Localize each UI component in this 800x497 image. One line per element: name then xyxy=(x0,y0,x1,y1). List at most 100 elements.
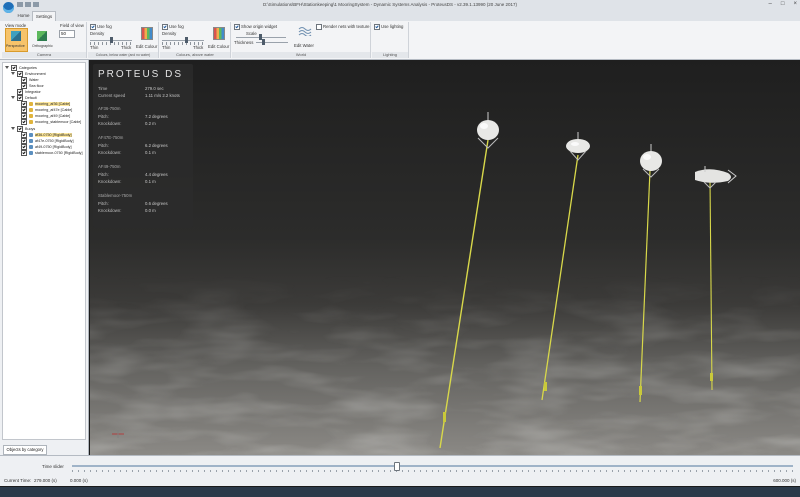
world-caption: World xyxy=(232,52,370,58)
use-lighting-checkbox[interactable] xyxy=(374,24,380,30)
expand-icon[interactable] xyxy=(11,127,15,130)
perspective-button[interactable]: Perspective xyxy=(5,28,28,52)
use-fog-above-checkbox[interactable] xyxy=(162,24,168,30)
buoy-af49[interactable] xyxy=(640,144,662,178)
field-of-view-input[interactable]: 50 xyxy=(59,30,75,38)
maximize-button[interactable]: □ xyxy=(781,1,785,7)
time-slider-track[interactable] xyxy=(72,465,793,467)
time-slider-thumb[interactable] xyxy=(394,462,401,471)
checkbox-icon[interactable] xyxy=(21,149,27,156)
tree-row-default[interactable]: Default xyxy=(11,94,37,101)
origin-axes-icon xyxy=(112,430,124,438)
cable-icon xyxy=(29,101,33,106)
time-slider-ticks xyxy=(72,470,793,472)
edit-colour-above-icon[interactable] xyxy=(213,27,225,40)
buoy-name: AF49-750m xyxy=(98,164,121,169)
mooring-cable-af47e[interactable] xyxy=(541,154,579,401)
edit-colour-label: Edit Colour xyxy=(136,44,158,49)
tree-row-rigid-body[interactable]: af36-0750 [RigidBody] xyxy=(21,131,72,138)
pitch-value: 0.6 degrees xyxy=(145,201,168,206)
field-of-view-label: Field of view xyxy=(60,23,84,28)
tree-row-environment[interactable]: Environment xyxy=(11,70,46,77)
fog-above-density-slider[interactable] xyxy=(162,40,204,41)
expand-icon[interactable] xyxy=(5,66,9,69)
simulation-info-panel: PROTEUS DS Time 279.0 sec Current speed … xyxy=(93,64,193,228)
edit-water-label: Edit Water xyxy=(294,43,314,48)
anchor-icon xyxy=(544,382,547,391)
tree-row-rigid-body[interactable]: af47e-0750 [RigidBody] xyxy=(21,137,74,144)
fog-above-density-thumb[interactable] xyxy=(185,37,188,43)
camera-group: View mode Field of view 50 Perspective O… xyxy=(2,22,87,58)
rigid-body-icon xyxy=(29,150,33,155)
fog-density-thumb[interactable] xyxy=(110,37,113,43)
world-group: Show origin widget Scale Thickness Edit … xyxy=(232,22,371,58)
ribbon-tab-bar: Home Settings xyxy=(0,10,800,22)
edit-colour-above-label: Edit Colour xyxy=(208,44,230,49)
3d-viewport[interactable]: PROTEUS DS Time 279.0 sec Current speed … xyxy=(90,60,800,455)
checkbox-icon[interactable] xyxy=(21,118,27,125)
tree-row-sea-floor[interactable]: Sea floor xyxy=(21,82,44,89)
scale-label: Scale xyxy=(246,31,257,36)
pitch-label: Pitch: xyxy=(98,114,109,119)
show-origin-checkbox[interactable] xyxy=(234,24,240,30)
knockdown-value: 0.0 m xyxy=(145,208,156,213)
thick-above-label: Thick xyxy=(193,45,204,50)
current-speed-label: Current speed xyxy=(98,93,126,98)
expand-icon[interactable] xyxy=(11,96,15,99)
tree-row-integrator[interactable]: Integrator xyxy=(17,88,41,95)
tree-row-water[interactable]: Water xyxy=(21,76,39,83)
thickness-slider[interactable] xyxy=(256,42,288,43)
save-icon[interactable] xyxy=(33,2,39,7)
ribbon: View mode Field of view 50 Perspective O… xyxy=(0,21,800,60)
mooring-cable-af49[interactable] xyxy=(639,169,651,403)
thickness-label: Thickness xyxy=(234,40,254,45)
perspective-cube-icon xyxy=(11,31,21,41)
tree-row-cable[interactable]: mooring_af49 [Cable] xyxy=(21,112,70,119)
current-time-label: Current Time: xyxy=(4,478,32,483)
tree-row-categories[interactable]: Categories xyxy=(5,64,37,71)
use-fog-label: Use fog xyxy=(97,24,112,29)
tab-home[interactable]: Home xyxy=(16,11,31,21)
title-bar: D:\Simulations\BFH\Stationkeeping\1 Moor… xyxy=(0,0,800,10)
quick-access-toolbar xyxy=(17,2,39,7)
close-button[interactable]: × xyxy=(793,1,797,7)
tree-row-cable[interactable]: mooring_af36 [Cable] xyxy=(21,100,71,107)
tab-objects-by-category[interactable]: Objects by category xyxy=(3,445,47,455)
density-label: Density xyxy=(90,31,105,36)
minimize-button[interactable]: – xyxy=(769,1,772,7)
time-label: Time xyxy=(98,86,108,91)
time-value: 279.0 sec xyxy=(145,86,164,91)
buoy-stablemoor[interactable] xyxy=(695,166,737,189)
tree-row-rigid-body[interactable]: af49-0750 [RigidBody] xyxy=(21,143,72,150)
above-water-group: Use fog Density Thin Thick Edit Colour C… xyxy=(160,22,231,58)
orthographic-button[interactable]: Orthographic xyxy=(31,28,54,52)
pitch-value: 6.2 degrees xyxy=(145,143,168,148)
lighting-caption: Lighting xyxy=(372,52,408,58)
app-logo-icon[interactable] xyxy=(3,2,14,13)
knockdown-label: Knockdown: xyxy=(98,208,122,213)
start-time-value: 0.000 (s) xyxy=(70,478,88,483)
use-fog-above-label: Use fog xyxy=(169,24,184,29)
pitch-label: Pitch: xyxy=(98,201,109,206)
open-icon[interactable] xyxy=(25,2,31,7)
new-icon[interactable] xyxy=(17,2,23,7)
edit-colour-icon[interactable] xyxy=(141,27,153,40)
pitch-value: 7.2 degrees xyxy=(145,114,168,119)
mooring-cable-stablemoor[interactable] xyxy=(709,179,713,391)
expand-icon[interactable] xyxy=(11,72,15,75)
tree-row-cable[interactable]: mooring_af47e [Cable] xyxy=(21,106,72,113)
tree-row-cable[interactable]: mooring_stablemoor [Cable] xyxy=(21,118,81,125)
water-waves-icon[interactable] xyxy=(298,26,312,36)
thickness-thumb[interactable] xyxy=(262,39,265,45)
use-fog-checkbox[interactable] xyxy=(90,24,96,30)
orthographic-label: Orthographic xyxy=(32,44,53,48)
cable-icon xyxy=(29,113,33,118)
mooring-cable-af36[interactable] xyxy=(439,139,489,449)
tree-row-rigid-body[interactable]: stablemoor-0750 [RigidBody] xyxy=(21,149,83,156)
taskbar-strip xyxy=(0,487,800,497)
window-controls: – □ × xyxy=(769,1,797,7)
tree-row-buoys[interactable]: Buoys xyxy=(11,125,35,132)
cable-icon xyxy=(29,119,33,124)
anchor-icon xyxy=(710,373,713,381)
render-nets-checkbox[interactable] xyxy=(316,24,322,30)
